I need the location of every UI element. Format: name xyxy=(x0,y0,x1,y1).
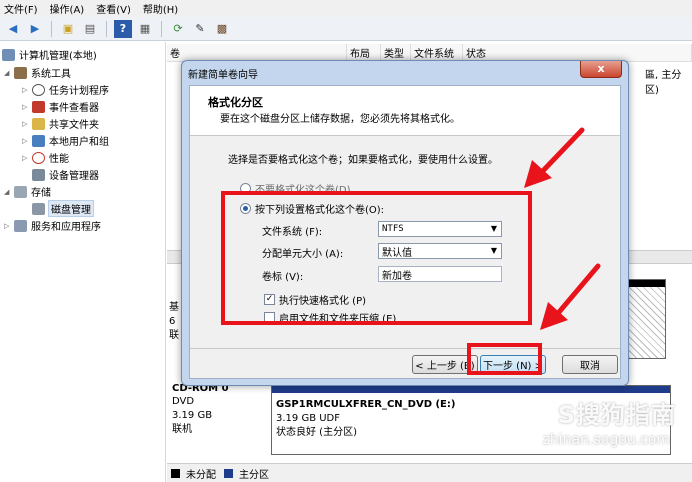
settings-icon[interactable]: ▩ xyxy=(213,20,231,38)
column-filesystem[interactable]: 文件系统 xyxy=(411,44,463,61)
sogou-watermark-logo: S搜狗指南 xyxy=(557,401,676,429)
primary-swatch xyxy=(224,468,233,478)
column-status[interactable]: 状态 xyxy=(463,44,692,61)
menu-file[interactable]: 文件(F) xyxy=(4,1,38,16)
cancel-button[interactable]: 取消 xyxy=(562,355,618,374)
close-icon: x xyxy=(597,62,605,75)
tree-item-system-tools[interactable]: ◢ 系统工具 xyxy=(4,64,71,81)
column-volume[interactable]: 卷 xyxy=(167,44,347,61)
navigation-tree: 计算机管理(本地) ◢ 系统工具 ▷ 任务计划程序 ▷ 事件查看器 ▷ 共享文件… xyxy=(0,42,166,482)
column-layout[interactable]: 布局 xyxy=(347,44,381,61)
tree-item-services-apps[interactable]: ▷ 服务和应用程序 xyxy=(4,217,101,234)
users-icon xyxy=(32,134,45,147)
show-hide-tree-icon[interactable]: ▤ xyxy=(81,20,99,38)
legend-bar: 未分配 主分区 xyxy=(167,463,692,482)
tree-item-root[interactable]: 计算机管理(本地) xyxy=(2,46,97,63)
wizard-header: 格式化分区 要在这个磁盘分区上储存数据，您必须先将其格式化。 xyxy=(190,86,620,136)
menu-action[interactable]: 操作(A) xyxy=(50,1,85,16)
storage-icon xyxy=(14,185,27,198)
properties-icon[interactable]: ▦ xyxy=(136,20,154,38)
expand-arrow-icon[interactable]: ▷ xyxy=(22,120,32,128)
toolbar-separator xyxy=(51,20,52,37)
menu-help[interactable]: 帮助(H) xyxy=(143,1,178,16)
highlight-box-format-options xyxy=(221,191,532,325)
disk-management-icon xyxy=(32,202,45,215)
menu-bar: 文件(F) 操作(A) 查看(V) 帮助(H) xyxy=(0,0,692,17)
expand-arrow-icon[interactable]: ▷ xyxy=(22,154,32,162)
up-folder-icon[interactable]: ▣ xyxy=(59,20,77,38)
status-text: 區, 主分区) xyxy=(645,70,682,96)
event-viewer-icon xyxy=(32,100,45,113)
disk-status: 联机 xyxy=(172,424,192,435)
expand-arrow-icon[interactable]: ▷ xyxy=(22,103,32,111)
shared-folder-icon xyxy=(32,117,45,130)
expand-arrow-icon[interactable]: ▷ xyxy=(4,222,14,230)
legend-primary: 主分区 xyxy=(239,469,269,481)
tree-item-performance[interactable]: ▷ 性能 xyxy=(22,149,69,166)
tools-icon xyxy=(14,66,27,79)
menu-view[interactable]: 查看(V) xyxy=(96,1,131,16)
unallocated-swatch xyxy=(171,468,180,478)
wizard-heading: 格式化分区 xyxy=(208,96,263,109)
tree-item-device-manager[interactable]: 设备管理器 xyxy=(32,166,99,183)
disk-type: DVD xyxy=(172,396,195,407)
computer-icon xyxy=(2,48,15,61)
format-prompt: 选择是否要格式化这个卷；如果要格式化，要使用什么设置。 xyxy=(228,155,498,166)
refresh-icon[interactable]: ⟳ xyxy=(169,20,187,38)
wizard-footer-divider xyxy=(190,348,620,349)
toolbar: ◀ ▶ ▣ ▤ ? ▦ ⟳ ✎ ▩ xyxy=(0,17,692,41)
highlight-box-next-button xyxy=(467,343,542,375)
device-manager-icon xyxy=(32,168,45,181)
toolbar-separator xyxy=(106,20,107,37)
tree-item-shared-folders[interactable]: ▷ 共享文件夹 xyxy=(22,115,99,132)
tree-item-storage[interactable]: ◢ 存储 xyxy=(4,183,51,200)
expand-arrow-icon[interactable]: ▷ xyxy=(22,137,32,145)
collapse-arrow-icon[interactable]: ◢ xyxy=(4,188,14,196)
services-icon xyxy=(14,219,27,232)
wizard-title: 新建简单卷向导 xyxy=(188,70,258,81)
collapse-arrow-icon[interactable]: ◢ xyxy=(4,69,14,77)
toolbar-separator xyxy=(161,20,162,37)
tree-item-disk-management[interactable]: 磁盘管理 xyxy=(32,200,94,217)
export-icon[interactable]: ✎ xyxy=(191,20,209,38)
disk-1-info: DVD 3.19 GB 联机 xyxy=(172,395,212,437)
close-button[interactable]: x xyxy=(580,61,622,78)
disk-0-partial-label: 基 6 联 xyxy=(169,302,179,341)
back-icon[interactable]: ◀ xyxy=(4,20,22,38)
expand-arrow-icon[interactable]: ▷ xyxy=(22,86,32,94)
wizard-subheading: 要在这个磁盘分区上储存数据，您必须先将其格式化。 xyxy=(220,114,460,125)
disk-size: 3.19 GB xyxy=(172,410,213,421)
unallocated-bar xyxy=(623,280,665,287)
primary-partition-bar xyxy=(272,386,670,393)
column-type[interactable]: 类型 xyxy=(381,44,411,61)
help-icon[interactable]: ? xyxy=(114,19,132,38)
forward-icon[interactable]: ▶ xyxy=(26,20,44,38)
tree-item-local-users[interactable]: ▷ 本地用户和组 xyxy=(22,132,109,149)
tree-item-task-scheduler[interactable]: ▷ 任务计划程序 xyxy=(22,81,109,98)
sogou-watermark-url: zhinan.sogou.com xyxy=(542,432,670,448)
clock-icon xyxy=(32,83,45,96)
legend-unallocated: 未分配 xyxy=(186,469,216,481)
performance-icon xyxy=(32,151,45,164)
tree-item-event-viewer[interactable]: ▷ 事件查看器 xyxy=(22,98,99,115)
